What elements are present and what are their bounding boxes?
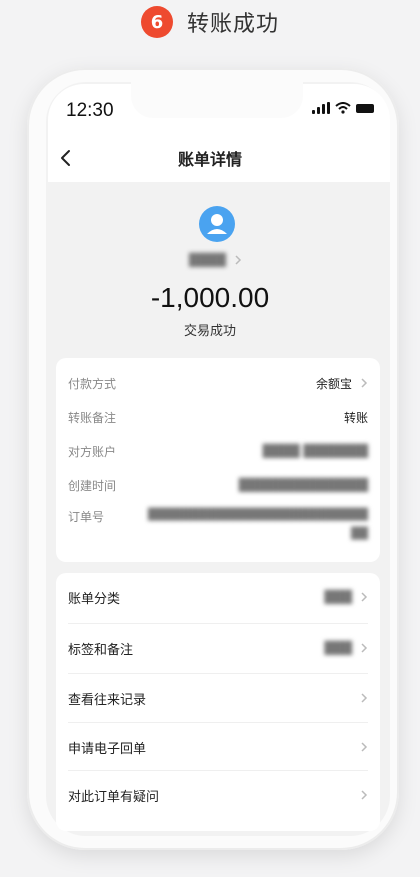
action-label: 账单分类 bbox=[68, 591, 121, 607]
transaction-status: 交易成功 bbox=[183, 324, 236, 339]
detail-value: ████ ███████ bbox=[262, 444, 368, 458]
transaction-amount: -1,000.00 bbox=[150, 282, 270, 313]
detail-label: 转账备注 bbox=[68, 410, 117, 425]
detail-label: 订单号 bbox=[68, 510, 105, 524]
chevron-right-icon bbox=[361, 790, 368, 800]
chevron-right-icon bbox=[361, 693, 368, 703]
signal-icon bbox=[312, 102, 330, 114]
status-icons bbox=[312, 100, 374, 116]
detail-row-created-time: 创建时间 ██████████████ bbox=[68, 474, 368, 496]
chevron-right-icon bbox=[235, 255, 241, 265]
action-row-history[interactable]: 查看往来记录 bbox=[68, 674, 368, 722]
detail-label: 对方账户 bbox=[68, 444, 117, 459]
actions-card: 账单分类 ███ 标签和备注 ███ 查看往来记录 申请电子回单 对此订单有疑问 bbox=[56, 573, 380, 831]
detail-row-transfer-note: 转账备注 转账 bbox=[68, 406, 368, 428]
status-time: 12:30 bbox=[66, 100, 114, 121]
action-row-bill-category[interactable]: 账单分类 ███ bbox=[68, 573, 368, 621]
step-title: 转账成功 bbox=[186, 12, 279, 37]
action-label: 对此订单有疑问 bbox=[68, 789, 160, 805]
battery-icon bbox=[356, 103, 374, 113]
chevron-right-icon bbox=[361, 643, 368, 653]
action-row-order-question[interactable]: 对此订单有疑问 bbox=[68, 771, 368, 819]
detail-value: 转账 bbox=[343, 410, 368, 425]
detail-row-order-number: 订单号 ██████████████████████████ ██ bbox=[68, 508, 368, 548]
action-label: 申请电子回单 bbox=[68, 741, 147, 757]
detail-row-counterparty-account: 对方账户 ████ ███████ bbox=[68, 440, 368, 462]
counterparty-name: ████ bbox=[189, 253, 226, 267]
chevron-right-icon bbox=[361, 742, 368, 752]
page-title: 账单详情 bbox=[177, 150, 242, 169]
detail-label: 付款方式 bbox=[68, 376, 117, 391]
detail-row-payment-method[interactable]: 付款方式 余额宝 bbox=[68, 372, 368, 394]
detail-label: 创建时间 bbox=[68, 478, 117, 493]
chevron-right-icon bbox=[361, 592, 368, 602]
detail-value: ██████████████████████████ bbox=[148, 508, 368, 521]
wifi-icon bbox=[335, 102, 351, 114]
chevron-right-icon bbox=[361, 378, 368, 388]
counterparty-name-link[interactable]: ████ bbox=[189, 252, 267, 268]
action-value: ███ bbox=[324, 590, 352, 604]
avatar-icon bbox=[199, 206, 235, 242]
action-row-tags-notes[interactable]: 标签和备注 ███ bbox=[68, 624, 368, 672]
detail-value: ██████████████ bbox=[238, 478, 368, 492]
details-card: 付款方式 余额宝 转账备注 转账 对方账户 ████ ███████ 创建时间 … bbox=[56, 358, 380, 562]
action-value: ███ bbox=[324, 641, 352, 655]
action-row-e-receipt[interactable]: 申请电子回单 bbox=[68, 723, 368, 771]
detail-value: 余额宝 bbox=[315, 376, 352, 391]
step-header: 6 转账成功 bbox=[0, 4, 420, 40]
action-label: 标签和备注 bbox=[68, 642, 134, 658]
detail-value-line2: ██ bbox=[351, 527, 368, 540]
step-number-badge: 6 bbox=[140, 6, 173, 38]
phone-notch bbox=[131, 82, 303, 118]
action-label: 查看往来记录 bbox=[68, 692, 147, 708]
